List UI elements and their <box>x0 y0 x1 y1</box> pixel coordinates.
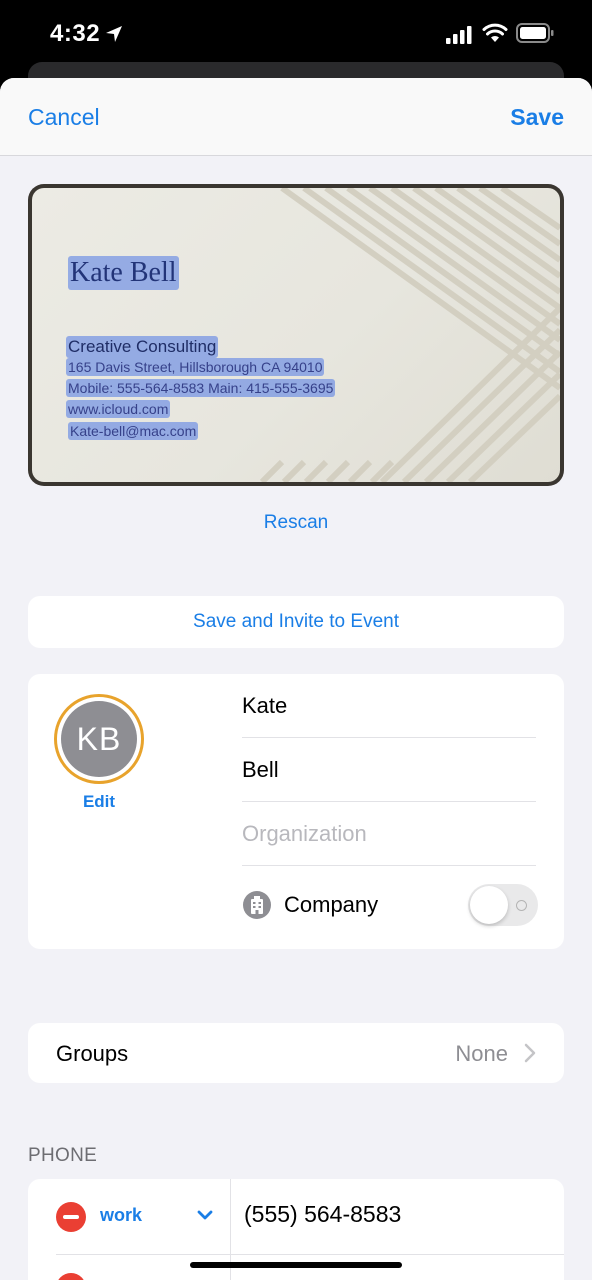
card-company-text: Creative Consulting <box>66 336 219 358</box>
contact-name-card: KB Edit Kate Bell Organization Company <box>28 674 564 949</box>
cancel-button[interactable]: Cancel <box>28 104 100 131</box>
card-phones-text: Mobile: 555-564-8583 Main: 415-555-3695 <box>66 379 336 397</box>
card-name-text: Kate Bell <box>68 256 179 290</box>
nav-bar: Cancel Save <box>0 78 592 156</box>
business-card-image: Kate Bell Creative Consulting 165 Davis … <box>32 188 560 482</box>
delete-phone-button[interactable] <box>56 1202 86 1232</box>
signal-icon <box>446 26 472 44</box>
card-website-text: www.icloud.com <box>66 400 171 418</box>
status-bar: 4:32 <box>0 0 592 66</box>
company-row: Company <box>242 866 538 949</box>
location-arrow-icon <box>106 26 122 42</box>
toggle-off-indicator <box>516 900 527 911</box>
card-address-text: 165 Davis Street, Hillsborough CA 94010 <box>66 358 325 376</box>
groups-label: Groups <box>56 1041 129 1066</box>
company-building-icon <box>243 891 271 919</box>
first-name-field[interactable]: Kate <box>242 674 536 738</box>
avatar[interactable]: KB <box>61 701 137 777</box>
phone-number-field[interactable]: (555) 564-8583 <box>244 1201 401 1228</box>
status-time: 4:32 <box>50 20 101 47</box>
phone-row-divider <box>56 1254 564 1255</box>
rescan-button[interactable]: Rescan <box>0 512 592 534</box>
chevron-down-icon[interactable] <box>196 1209 214 1221</box>
edit-photo-button[interactable]: Edit <box>54 792 144 812</box>
company-label: Company <box>284 892 379 917</box>
home-indicator <box>190 1262 402 1268</box>
scanned-business-card: Kate Bell Creative Consulting 165 Davis … <box>28 184 564 486</box>
wifi-icon <box>482 23 508 42</box>
battery-icon <box>516 23 554 43</box>
company-toggle[interactable] <box>468 884 538 926</box>
phone-type-label[interactable]: work <box>100 1205 142 1226</box>
groups-value: None <box>455 1041 508 1066</box>
phone-section-header: PHONE <box>28 1145 98 1166</box>
groups-row[interactable]: Groups None <box>28 1023 564 1083</box>
last-name-field[interactable]: Bell <box>242 738 536 802</box>
save-and-invite-button[interactable]: Save and Invite to Event <box>28 596 564 648</box>
card-email-text: Kate-bell@mac.com <box>68 422 199 440</box>
toggle-knob <box>470 886 508 924</box>
organization-field[interactable]: Organization <box>242 802 536 866</box>
save-button[interactable]: Save <box>510 104 564 131</box>
chevron-right-icon <box>524 1043 536 1063</box>
new-contact-sheet: Cancel Save Kate Bell Creative Consultin… <box>0 78 592 1280</box>
delete-phone-button-2[interactable] <box>56 1273 86 1280</box>
